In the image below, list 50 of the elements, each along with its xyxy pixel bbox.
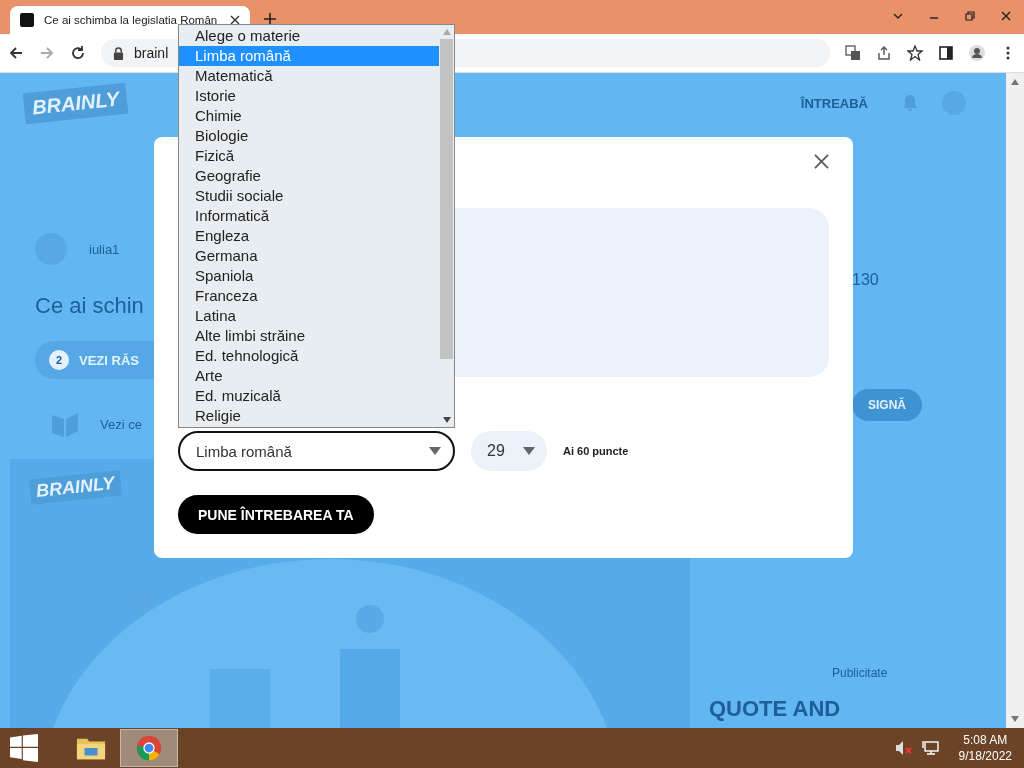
translate-icon[interactable]: [845, 45, 861, 61]
subject-option[interactable]: Religie: [179, 406, 439, 426]
profile-icon[interactable]: [969, 45, 985, 61]
share-icon[interactable]: [876, 45, 892, 61]
scroll-down-icon[interactable]: [442, 417, 451, 423]
subject-option[interactable]: Informatică: [179, 206, 439, 226]
restore-icon[interactable]: [964, 10, 976, 22]
ad-label: Publicitate: [832, 666, 888, 680]
star-icon[interactable]: [907, 45, 923, 61]
subject-option[interactable]: Geografie: [179, 166, 439, 186]
close-icon[interactable]: [1000, 10, 1012, 22]
subject-select[interactable]: Limba română: [178, 431, 455, 471]
subject-option[interactable]: Franceza: [179, 286, 439, 306]
scrollbar[interactable]: [1006, 73, 1024, 728]
clock-date[interactable]: 9/18/2022: [958, 749, 1012, 763]
subject-option[interactable]: Chimie: [179, 106, 439, 126]
favicon-icon: [20, 13, 34, 27]
close-icon[interactable]: [814, 154, 829, 169]
caret-icon: [523, 447, 535, 455]
subject-option[interactable]: Latina: [179, 306, 439, 326]
subject-option[interactable]: Istorie: [179, 86, 439, 106]
brainly-logo: BRAINLY: [28, 470, 122, 505]
points-select[interactable]: 29: [471, 431, 547, 471]
subject-option[interactable]: Fizică: [179, 146, 439, 166]
subject-option[interactable]: Matematică: [179, 66, 439, 86]
lock-icon: [113, 46, 124, 60]
subject-option[interactable]: Germana: [179, 246, 439, 266]
clock-time[interactable]: 5:08 AM: [963, 733, 1008, 747]
network-icon[interactable]: [920, 740, 939, 756]
reload-icon[interactable]: [70, 45, 86, 61]
subject-option[interactable]: Ed. muzicală: [179, 386, 439, 406]
subject-option[interactable]: Studii sociale: [179, 186, 439, 206]
subject-option[interactable]: Biologie: [179, 126, 439, 146]
question-title: Ce ai schin: [35, 293, 144, 319]
back-icon[interactable]: [8, 45, 24, 61]
ad-headline: QUOTE AND: [709, 696, 841, 722]
points-note: Ai 60 puncte: [563, 445, 629, 457]
speaker-muted-icon[interactable]: [894, 740, 913, 756]
close-icon[interactable]: [230, 15, 240, 25]
new-tab-icon[interactable]: [264, 13, 276, 25]
subject-option[interactable]: Engleza: [179, 226, 439, 246]
side-panel-icon[interactable]: [938, 45, 954, 61]
scroll-up-icon[interactable]: [1011, 79, 1019, 85]
scroll-down-icon[interactable]: [1011, 716, 1019, 722]
windows-start-icon[interactable]: [10, 734, 38, 762]
submit-button[interactable]: PUNE ÎNTREBAREA TA: [178, 495, 374, 534]
subject-option[interactable]: Spaniola: [179, 266, 439, 286]
caret-icon: [429, 447, 441, 455]
hint-text: Vezi ce: [100, 416, 142, 432]
points-count: 130: [852, 271, 879, 289]
